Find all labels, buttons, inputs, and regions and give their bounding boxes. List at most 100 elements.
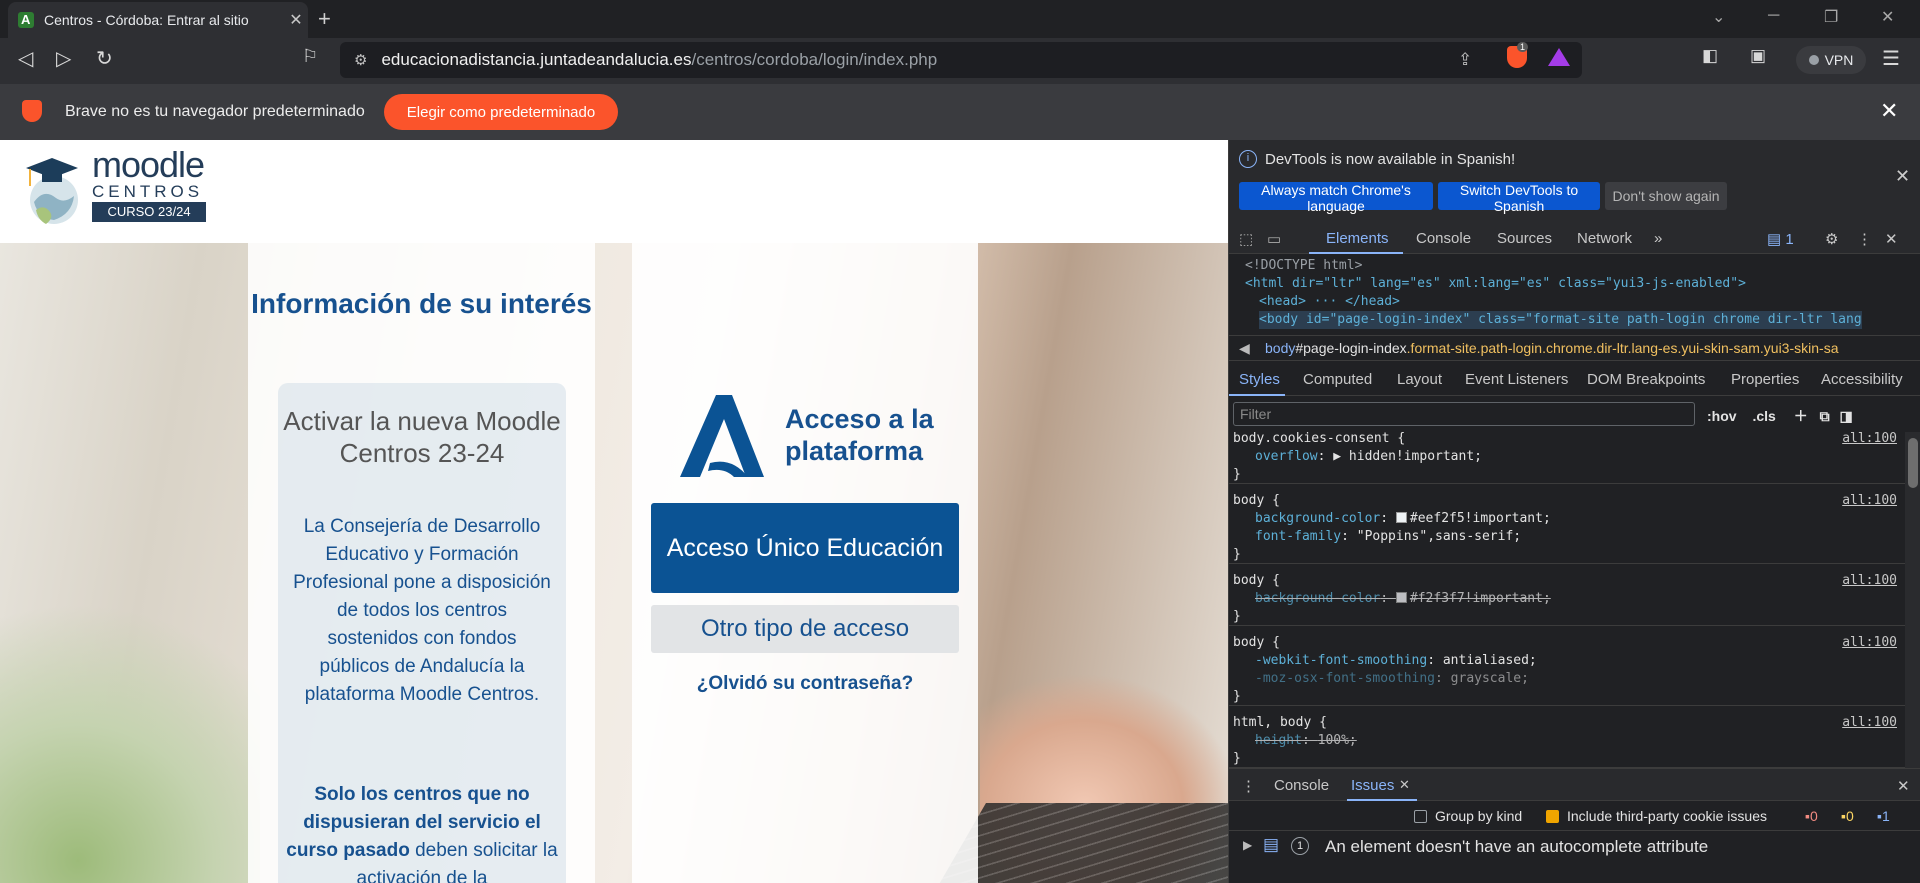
window-close-icon[interactable]: ✕ xyxy=(1881,7,1894,27)
restore-icon[interactable]: ❐ xyxy=(1824,7,1838,27)
dom-head-node[interactable]: <head> ··· </head> xyxy=(1259,293,1400,311)
css-property[interactable]: -webkit-font-smoothing: antialiased; xyxy=(1255,652,1537,670)
scroll-thumb[interactable] xyxy=(1908,438,1918,488)
switch-language-button[interactable]: Switch DevTools to Spanish xyxy=(1438,182,1600,214)
menu-icon[interactable]: ☰ xyxy=(1882,46,1900,71)
brave-rewards-icon[interactable] xyxy=(1548,48,1570,66)
breadcrumb-body[interactable]: body#page-login-index.format-site.path-l… xyxy=(1265,336,1838,360)
moodle-centros-logo[interactable]: moodle CENTROS CURSO 23/24 xyxy=(22,144,212,230)
tab-title: Centros - Córdoba: Entrar al sitio xyxy=(44,12,249,28)
css-property-name: font-family xyxy=(1255,529,1342,544)
back-icon[interactable]: ◁ xyxy=(18,46,33,71)
subtab-dom-breakpoints[interactable]: DOM Breakpoints xyxy=(1587,371,1705,388)
dom-html-node[interactable]: <html dir="ltr" lang="es" xml:lang="es" … xyxy=(1245,275,1746,293)
hov-toggle[interactable]: :hov xyxy=(1707,408,1737,424)
device-toolbar-icon[interactable]: ▭ xyxy=(1267,230,1281,248)
css-rule[interactable]: body { all:100 background-color: #eef2f5!i… xyxy=(1229,488,1920,564)
subtab-styles[interactable]: Styles xyxy=(1239,371,1280,388)
css-property[interactable]: background-color: #eef2f5!important; xyxy=(1255,510,1551,528)
css-selector[interactable]: body.cookies-consent { xyxy=(1233,432,1405,448)
subtab-properties[interactable]: Properties xyxy=(1731,371,1799,388)
dont-show-button[interactable]: Don't show again xyxy=(1605,182,1727,210)
css-source-link[interactable]: all:100 xyxy=(1842,714,1897,732)
subtab-layout[interactable]: Layout xyxy=(1397,371,1442,388)
minimize-icon[interactable]: ─ xyxy=(1768,7,1779,25)
css-source-link[interactable]: all:100 xyxy=(1842,572,1897,590)
expand-issue-icon[interactable]: ▶ xyxy=(1243,838,1252,852)
match-language-button[interactable]: Always match Chrome's language xyxy=(1239,182,1433,214)
single-access-button[interactable]: Acceso Único Educación xyxy=(651,503,959,593)
tab-elements[interactable]: Elements xyxy=(1326,230,1389,247)
tab-sources[interactable]: Sources xyxy=(1497,230,1552,247)
css-selector[interactable]: body { xyxy=(1233,572,1280,590)
css-selector[interactable]: body { xyxy=(1233,492,1280,510)
css-source-link[interactable]: all:100 xyxy=(1842,432,1897,448)
css-property[interactable]: -moz-osx-font-smoothing: grayscale; xyxy=(1255,670,1529,688)
tab-console[interactable]: Console xyxy=(1416,230,1471,247)
subtab-accessibility[interactable]: Accessibility xyxy=(1821,371,1903,388)
drawer-menu-icon[interactable]: ⋮ xyxy=(1241,777,1256,795)
dom-doctype[interactable]: <!DOCTYPE html> xyxy=(1245,257,1362,275)
vpn-button[interactable]: VPN xyxy=(1796,46,1866,74)
share-icon[interactable]: ⇪ xyxy=(1458,50,1472,70)
wallet-icon[interactable]: ▣ xyxy=(1750,46,1766,66)
color-swatch[interactable] xyxy=(1395,512,1407,523)
tab-network[interactable]: Network xyxy=(1577,230,1632,247)
tab-search-chevron-icon[interactable]: ⌄ xyxy=(1712,7,1725,27)
styles-rules: body.cookies-consent { all:100 overflow: ▶… xyxy=(1229,432,1920,768)
brave-shields-icon[interactable]: 1 xyxy=(1507,42,1529,68)
set-default-button[interactable]: Elegir como predeterminado xyxy=(384,94,618,130)
cls-toggle[interactable]: .cls xyxy=(1752,408,1775,424)
css-property[interactable]: font-family: "Poppins",sans-serif; xyxy=(1255,528,1521,546)
inspect-icon[interactable]: ⬚ xyxy=(1239,230,1253,248)
css-selector[interactable]: html, body { xyxy=(1233,714,1327,732)
css-rule[interactable]: body { all:100 background-color: #f2f3f7!i… xyxy=(1229,568,1920,626)
subtab-event-listeners[interactable]: Event Listeners xyxy=(1465,371,1568,388)
kebab-menu-icon[interactable]: ⋮ xyxy=(1857,230,1872,248)
computed-styles-icon[interactable]: ⧉ xyxy=(1820,408,1830,424)
breadcrumb-left-arrow-icon[interactable]: ◀ xyxy=(1239,336,1250,360)
css-property[interactable]: background-color: #f2f3f7!important; xyxy=(1255,590,1551,608)
drawer-tab-issues[interactable]: Issues xyxy=(1351,777,1394,794)
checkbox-checked-icon xyxy=(1546,810,1559,823)
browser-tab[interactable]: Centros - Córdoba: Entrar al sitio ✕ xyxy=(8,2,308,38)
issues-tab-close-icon[interactable]: ✕ xyxy=(1399,777,1410,793)
group-by-kind-checkbox[interactable]: Group by kind xyxy=(1414,808,1522,824)
plant-decoration xyxy=(0,573,260,883)
css-rule[interactable]: body.cookies-consent { all:100 overflow: ▶… xyxy=(1229,432,1920,484)
css-property[interactable]: height: 100%; xyxy=(1255,732,1357,750)
styles-filter-input[interactable]: Filter xyxy=(1233,402,1695,426)
css-rule[interactable]: html, body {all:100 height: 100%;} xyxy=(1229,710,1920,768)
subtab-computed[interactable]: Computed xyxy=(1303,371,1372,388)
new-rule-icon[interactable]: ＋ xyxy=(1794,408,1808,424)
css-source-link[interactable]: all:100 xyxy=(1842,634,1897,652)
new-tab-icon[interactable]: + xyxy=(318,6,331,32)
other-access-button[interactable]: Otro tipo de acceso xyxy=(651,605,959,653)
more-tabs-icon[interactable]: » xyxy=(1654,230,1662,247)
forgot-password-link[interactable]: ¿Olvidó su contraseña? xyxy=(632,673,978,695)
reload-icon[interactable]: ↻ xyxy=(96,46,113,71)
css-property[interactable]: overflow: ▶ hidden!important; xyxy=(1255,448,1482,466)
devtools-close-icon[interactable]: ✕ xyxy=(1885,230,1898,248)
css-selector[interactable]: body { xyxy=(1233,634,1280,652)
issue-row[interactable]: ▶ ▤ 1 An element doesn't have an autocom… xyxy=(1229,833,1920,863)
third-party-checkbox[interactable]: Include third-party cookie issues xyxy=(1546,808,1767,824)
infobar-close-icon[interactable]: ✕ xyxy=(1880,98,1898,124)
site-info-icon[interactable]: ⚙ xyxy=(354,51,367,69)
toggle-sidebar-icon[interactable]: ◨ xyxy=(1839,408,1852,424)
styles-scrollbar[interactable] xyxy=(1905,432,1920,768)
notice-close-icon[interactable]: ✕ xyxy=(1895,166,1910,187)
color-swatch[interactable] xyxy=(1395,592,1407,603)
forward-icon[interactable]: ▷ xyxy=(56,46,71,71)
dom-body-node[interactable]: <body id="page-login-index" class="forma… xyxy=(1259,311,1862,329)
address-bar[interactable]: ⚙ educacionadistancia.juntadeandalucia.e… xyxy=(340,42,1582,78)
sidebar-icon[interactable]: ◧ xyxy=(1702,46,1718,66)
tab-close-icon[interactable]: ✕ xyxy=(284,10,308,30)
settings-icon[interactable]: ⚙ xyxy=(1825,230,1838,248)
drawer-tab-console[interactable]: Console xyxy=(1274,777,1329,794)
drawer-close-icon[interactable]: ✕ xyxy=(1897,777,1910,795)
issues-badge[interactable]: ▤ 1 xyxy=(1767,230,1794,248)
css-rule[interactable]: body { all:100 -webkit-font-smoothing: ant… xyxy=(1229,630,1920,706)
bookmark-icon[interactable]: ⚐ xyxy=(302,46,318,67)
css-source-link[interactable]: all:100 xyxy=(1842,492,1897,510)
